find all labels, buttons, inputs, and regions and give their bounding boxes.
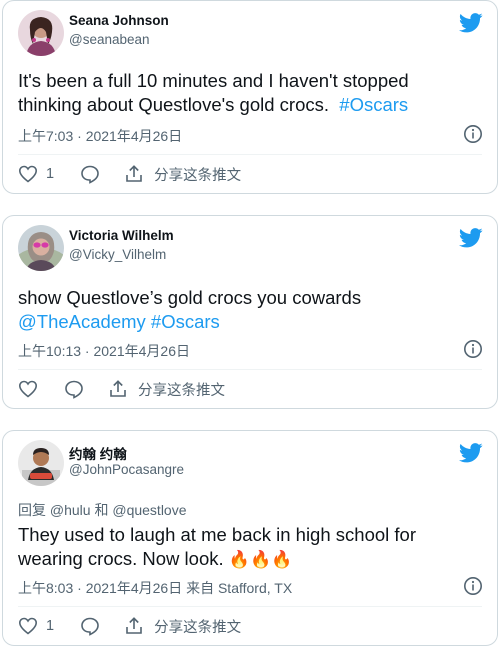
share-icon — [126, 617, 142, 634]
share-icon — [126, 165, 142, 182]
like-count: 1 — [46, 166, 55, 182]
reply-button[interactable] — [80, 164, 100, 184]
avatar[interactable] — [18, 225, 64, 271]
avatar[interactable] — [18, 440, 64, 486]
share-button[interactable]: 分享这条推文 — [108, 379, 225, 400]
mention-link[interactable]: @TheAcademy — [18, 311, 146, 332]
like-button[interactable] — [18, 379, 38, 399]
reply-mention[interactable]: @hulu — [50, 502, 91, 518]
like-button[interactable]: 1 — [18, 164, 54, 184]
tweet-body: They used to laugh at me back in high sc… — [18, 524, 416, 569]
tweet-card[interactable]: Victoria Wilhelm @Vicky_Vilhelm show Que… — [2, 215, 498, 409]
replying-to: 回复 @hulu 和 @questlove — [18, 500, 187, 520]
tweet-text: It's been a full 10 minutes and I haven'… — [18, 69, 477, 117]
divider — [18, 606, 482, 607]
divider — [18, 369, 482, 370]
share-button[interactable]: 分享这条推文 — [124, 164, 241, 185]
tweet-text: show Questlove’s gold crocs you cowards … — [18, 286, 477, 334]
info-icon[interactable] — [463, 339, 483, 359]
hashtag-link[interactable]: #Oscars — [339, 94, 408, 115]
action-bar: 分享这条推文 — [18, 377, 245, 401]
timestamp[interactable]: 上午8:03 · 2021年4月26日 来自 Stafford, TX — [18, 578, 292, 598]
tweet-card[interactable]: 约翰 约翰 @JohnPocasangre 回复 @hulu 和 @questl… — [2, 430, 498, 646]
heart-icon — [18, 380, 38, 398]
action-bar: 1 分享这条推文 — [18, 162, 261, 186]
reply-bubble-icon — [81, 165, 99, 184]
reply-mention[interactable]: @questlove — [112, 502, 186, 518]
user-handle[interactable]: @seanabean — [69, 32, 150, 47]
twitter-bird-icon[interactable] — [459, 443, 483, 463]
like-button[interactable]: 1 — [18, 616, 54, 636]
timestamp[interactable]: 上午7:03 · 2021年4月26日 — [18, 126, 182, 146]
share-icon — [110, 380, 126, 397]
info-icon[interactable] — [463, 124, 483, 144]
reply-button[interactable] — [80, 616, 100, 636]
reply-button[interactable] — [64, 379, 84, 399]
reply-prefix: 回复 — [18, 502, 46, 518]
like-count: 1 — [46, 618, 55, 634]
user-handle[interactable]: @Vicky_Vilhelm — [69, 247, 166, 262]
reply-bubble-icon — [65, 380, 83, 399]
heart-icon — [18, 617, 38, 635]
hashtag-link[interactable]: #Oscars — [151, 311, 220, 332]
twitter-bird-icon[interactable] — [459, 228, 483, 248]
user-handle[interactable]: @JohnPocasangre — [69, 462, 184, 477]
share-label: 分享这条推文 — [154, 619, 242, 636]
timestamp[interactable]: 上午10:13 · 2021年4月26日 — [18, 341, 190, 361]
tweet-text: They used to laugh at me back in high sc… — [18, 523, 477, 572]
display-name[interactable]: 约翰 约翰 — [69, 443, 127, 463]
share-label: 分享这条推文 — [154, 167, 242, 184]
tweet-body: show Questlove’s gold crocs you cowards — [18, 287, 362, 308]
share-label: 分享这条推文 — [138, 382, 225, 399]
heart-icon — [18, 165, 38, 183]
reply-bubble-icon — [81, 617, 99, 636]
info-icon[interactable] — [463, 576, 483, 596]
display-name[interactable]: Victoria Wilhelm — [69, 228, 174, 243]
share-button[interactable]: 分享这条推文 — [124, 616, 241, 637]
display-name[interactable]: Seana Johnson — [69, 13, 169, 28]
reply-conjunction: 和 — [94, 502, 109, 518]
avatar[interactable] — [18, 10, 64, 56]
twitter-bird-icon[interactable] — [459, 13, 483, 33]
tweet-card[interactable]: Seana Johnson @seanabean It's been a ful… — [2, 0, 498, 194]
divider — [18, 154, 482, 155]
action-bar: 1 分享这条推文 — [18, 614, 261, 638]
fire-emoji: 🔥🔥🔥 — [228, 550, 293, 569]
